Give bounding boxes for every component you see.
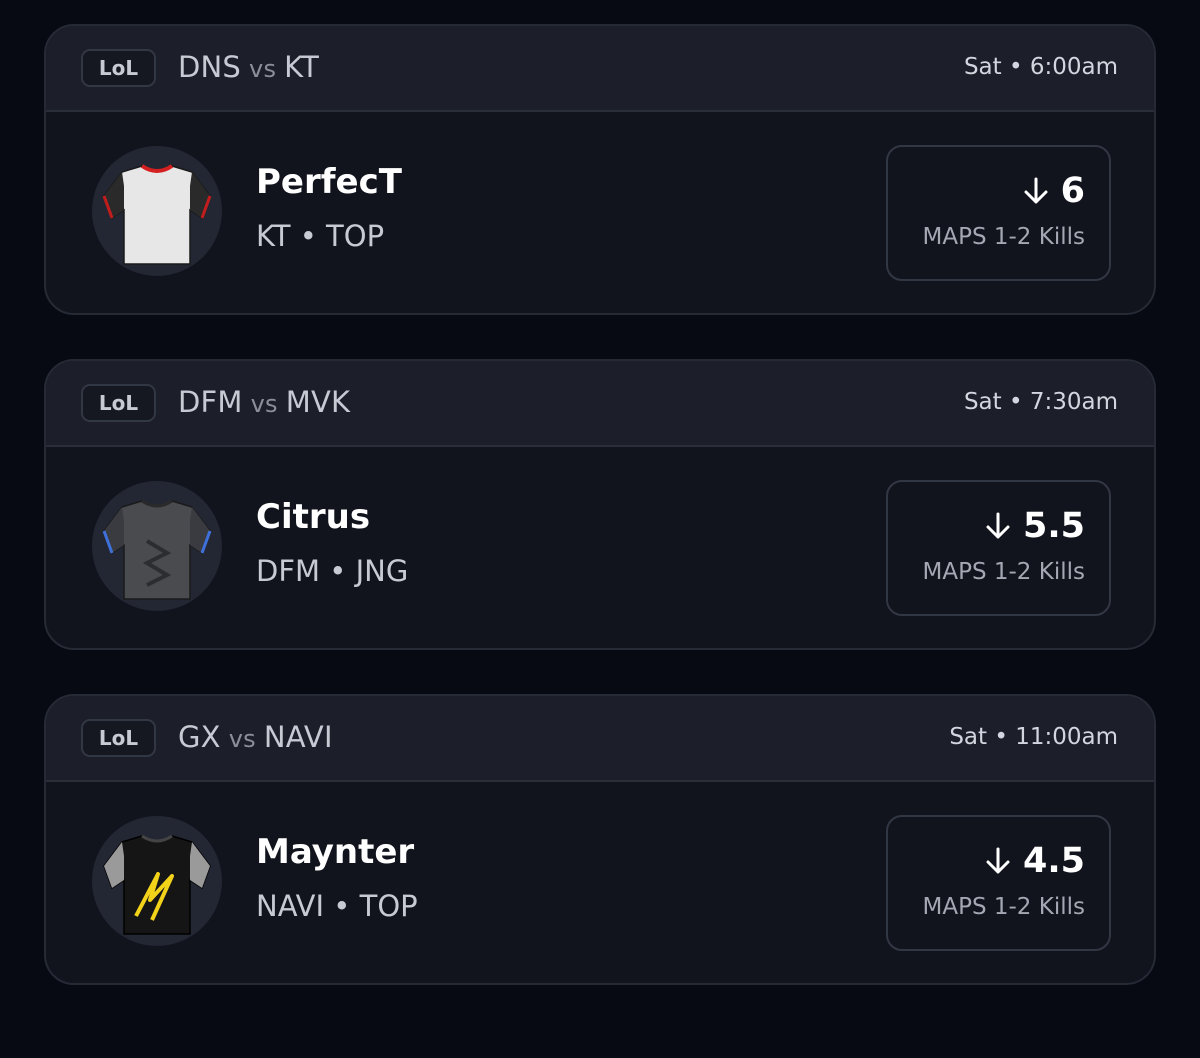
down-arrow-icon [986,847,1010,874]
projection-value-row: 4.5 [985,841,1085,881]
game-time: Sat • 6:00am [963,54,1118,80]
grey-jersey-icon [102,499,212,600]
player-name: PerfecT [256,162,402,202]
team-a: DNS [178,50,242,84]
team-a: GX [178,720,221,754]
team-b: KT [284,50,320,84]
player-avatar [92,816,222,946]
projections-list: LoL DNS vs KT Sat • 6:00am PerfecT KT • … [0,0,1200,1058]
player-name: Maynter [256,832,415,872]
projection-card[interactable]: LoL DFM vs MVK Sat • 7:30am Citrus DFM •… [44,359,1156,650]
league-badge: LoL [81,384,156,422]
white-jersey-icon [102,164,212,265]
projection-box[interactable]: 4.5 MAPS 1-2 Kills [886,815,1111,951]
player-avatar [92,146,222,276]
down-arrow-icon [1024,177,1048,204]
matchup: DFM vs MVK [178,385,350,425]
player-team-position: KT • TOP [256,219,385,253]
player-team-position: NAVI • TOP [256,889,418,923]
vs-label: vs [228,725,256,753]
card-header: LoL DNS vs KT Sat • 6:00am [46,26,1154,112]
card-header: LoL DFM vs MVK Sat • 7:30am [46,361,1154,447]
player-team-position: DFM • JNG [256,554,409,588]
game-time: Sat • 11:00am [949,724,1118,750]
player-avatar [92,481,222,611]
vs-label: vs [249,55,277,83]
projection-card[interactable]: LoL GX vs NAVI Sat • 11:00am Maynter NAV… [44,694,1156,985]
projection-card[interactable]: LoL DNS vs KT Sat • 6:00am PerfecT KT • … [44,24,1156,315]
team-b: NAVI [263,720,333,754]
projection-stat: MAPS 1-2 Kills [922,224,1085,250]
team-b: MVK [285,385,351,419]
player-name: Citrus [256,497,371,537]
projection-stat: MAPS 1-2 Kills [922,559,1085,585]
projection-value-row: 5.5 [985,506,1085,546]
projection-value-row: 6 [1023,171,1085,211]
projection-box[interactable]: 6 MAPS 1-2 Kills [886,145,1111,281]
projection-box[interactable]: 5.5 MAPS 1-2 Kills [886,480,1111,616]
matchup: GX vs NAVI [178,720,333,760]
league-badge: LoL [81,719,156,757]
team-a: DFM [178,385,243,419]
down-arrow-icon [986,512,1010,539]
black-yellow-jersey-icon [103,834,211,935]
card-header: LoL GX vs NAVI Sat • 11:00am [46,696,1154,782]
projection-line: 4.5 [1022,841,1085,881]
projection-stat: MAPS 1-2 Kills [922,894,1085,920]
game-time: Sat • 7:30am [963,389,1118,415]
matchup: DNS vs KT [178,50,319,90]
projection-line: 6 [1060,171,1085,211]
league-badge: LoL [81,49,156,87]
vs-label: vs [250,390,278,418]
projection-line: 5.5 [1022,506,1085,546]
